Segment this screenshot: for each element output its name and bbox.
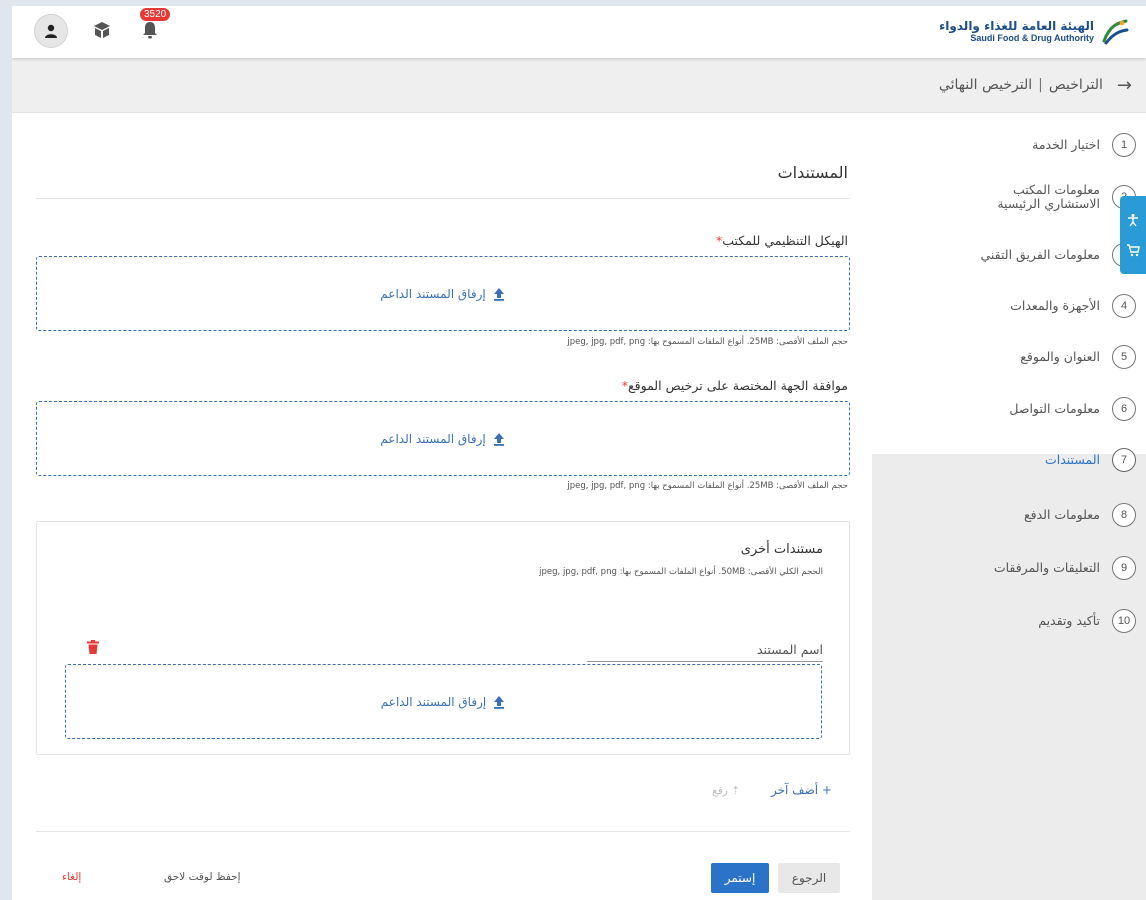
step-number: 4 <box>1112 294 1136 318</box>
upload-icon <box>493 287 504 301</box>
step-label: معلومات التواصل <box>1009 400 1100 416</box>
breadcrumb-separator: | <box>1038 77 1043 93</box>
step-5[interactable]: 5 العنوان والموقع <box>886 345 1136 369</box>
step-number: 8 <box>1112 503 1136 527</box>
org-structure-label: الهيكل التنظيمي للمكتب* <box>716 233 848 248</box>
step-6[interactable]: 6 معلومات التواصل <box>886 397 1136 421</box>
package-icon[interactable] <box>92 20 112 40</box>
file-hint: حجم الملف الأقصى: 25MB. أنواع الملفات ال… <box>567 481 848 491</box>
breadcrumb-parent[interactable]: التراخيص <box>1049 77 1103 93</box>
step-number: 10 <box>1112 609 1136 633</box>
title-divider <box>36 198 850 199</box>
file-hint: حجم الملف الأقصى: 25MB. أنواع الملفات ال… <box>567 337 848 347</box>
back-button[interactable]: الرجوع <box>778 863 840 893</box>
notification-count-badge: 3520 <box>140 8 171 21</box>
cart-icon <box>1127 244 1140 257</box>
other-documents-card: مستندات أخرى الحجم الكلي الأقصى: 50MB. أ… <box>36 521 850 755</box>
step-8[interactable]: 8 معلومات الدفع <box>886 503 1136 527</box>
step-2[interactable]: 2 معلومات المكتب الاستشاري الرئيسية <box>886 182 1136 212</box>
continue-button[interactable]: إستمر <box>711 863 769 893</box>
other-documents-title: مستندات أخرى <box>740 542 823 557</box>
floating-side-widget[interactable] <box>1120 196 1146 274</box>
field-label-text: الهيكل التنظيمي للمكتب <box>722 233 848 248</box>
step-label: معلومات الدفع <box>1023 506 1100 522</box>
upload-icon <box>494 695 505 709</box>
step-label: معلومات الفريق التقني <box>980 246 1100 262</box>
add-another-link[interactable]: + أضف آخر <box>771 783 832 797</box>
upload-label: إرفاق المستند الداعم <box>380 694 487 709</box>
step-number: 9 <box>1112 556 1136 580</box>
step-1[interactable]: 1 اختيار الخدمة <box>886 133 1136 157</box>
documents-form: المستندات الهيكل التنظيمي للمكتب* إرفاق … <box>12 113 872 900</box>
notification-bell-icon[interactable] <box>140 20 160 40</box>
other-document-upload[interactable]: إرفاق المستند الداعم <box>65 664 822 739</box>
user-avatar[interactable] <box>34 14 68 48</box>
step-10[interactable]: 10 تأكيد وتقديم <box>886 609 1136 633</box>
top-bar: الهيئة العامة للغذاء والدواء Saudi Food … <box>12 6 1146 58</box>
upload-label: إرفاق المستند الداعم <box>380 431 486 446</box>
accessibility-icon <box>1128 213 1138 227</box>
step-label: المستندات <box>1044 451 1100 467</box>
steps-sidebar: 1 اختيار الخدمة 2 معلومات المكتب الاستشا… <box>872 113 1146 900</box>
step-3[interactable]: 3 معلومات الفريق التقني <box>886 243 1136 267</box>
step-9[interactable]: 9 التعليقات والمرفقات <box>886 556 1136 580</box>
site-license-approval-label: موافقة الجهة المختصة على ترخيص الموقع* <box>622 378 848 393</box>
upload-link[interactable]: ⇡ رفع <box>712 785 740 797</box>
logo-arabic: الهيئة العامة للغذاء والدواء <box>939 19 1094 34</box>
step-number: 5 <box>1112 345 1136 369</box>
step-label: الأجهزة والمعدات <box>1010 297 1100 313</box>
site-license-approval-upload[interactable]: إرفاق المستند الداعم <box>36 401 850 476</box>
step-label: اختيار الخدمة <box>1032 136 1100 152</box>
field-label-text: موافقة الجهة المختصة على ترخيص الموقع <box>628 378 848 393</box>
upload-label: إرفاق المستند الداعم <box>380 286 486 301</box>
user-icon <box>45 24 57 38</box>
document-name-input[interactable] <box>587 638 823 662</box>
logo-text: الهيئة العامة للغذاء والدواء Saudi Food … <box>939 20 1094 43</box>
step-number: 6 <box>1112 397 1136 421</box>
step-label: التعليقات والمرفقات <box>993 559 1100 575</box>
breadcrumb-current: الترخيص النهائي <box>938 77 1033 93</box>
upload-arrow-icon: ⇡ <box>731 785 740 797</box>
other-documents-hint: الحجم الكلي الأقصى: 50MB. أنواع الملفات … <box>539 567 823 577</box>
trash-icon[interactable] <box>87 640 99 654</box>
step-label: معلومات المكتب الاستشاري الرئيسية <box>997 182 1100 212</box>
section-title: المستندات <box>777 163 848 182</box>
step-number: 1 <box>1112 133 1136 157</box>
app-page: الهيئة العامة للغذاء والدواء Saudi Food … <box>12 6 1146 900</box>
back-arrow-icon[interactable]: → <box>1117 75 1132 96</box>
step-label: العنوان والموقع <box>1020 348 1100 364</box>
step-label: تأكيد وتقديم <box>1038 612 1100 628</box>
step-number: 7 <box>1112 448 1136 472</box>
org-structure-upload[interactable]: إرفاق المستند الداعم <box>36 256 850 331</box>
logo-english: Saudi Food & Drug Authority <box>970 32 1094 43</box>
sfda-logo-mark-icon <box>1102 19 1129 45</box>
breadcrumb: → التراخيص | الترخيص النهائي <box>12 58 1146 113</box>
footer-divider <box>36 831 850 832</box>
step-7-active[interactable]: 7 المستندات <box>886 448 1136 472</box>
save-later-link[interactable]: إحفظ لوقت لاحق <box>164 871 241 883</box>
upload-link-label: رفع <box>712 785 728 797</box>
upload-icon <box>493 432 504 446</box>
cancel-link[interactable]: إلغاء <box>62 871 81 883</box>
sfda-logo[interactable]: الهيئة العامة للغذاء والدواء Saudi Food … <box>939 12 1130 52</box>
step-4[interactable]: 4 الأجهزة والمعدات <box>886 294 1136 318</box>
